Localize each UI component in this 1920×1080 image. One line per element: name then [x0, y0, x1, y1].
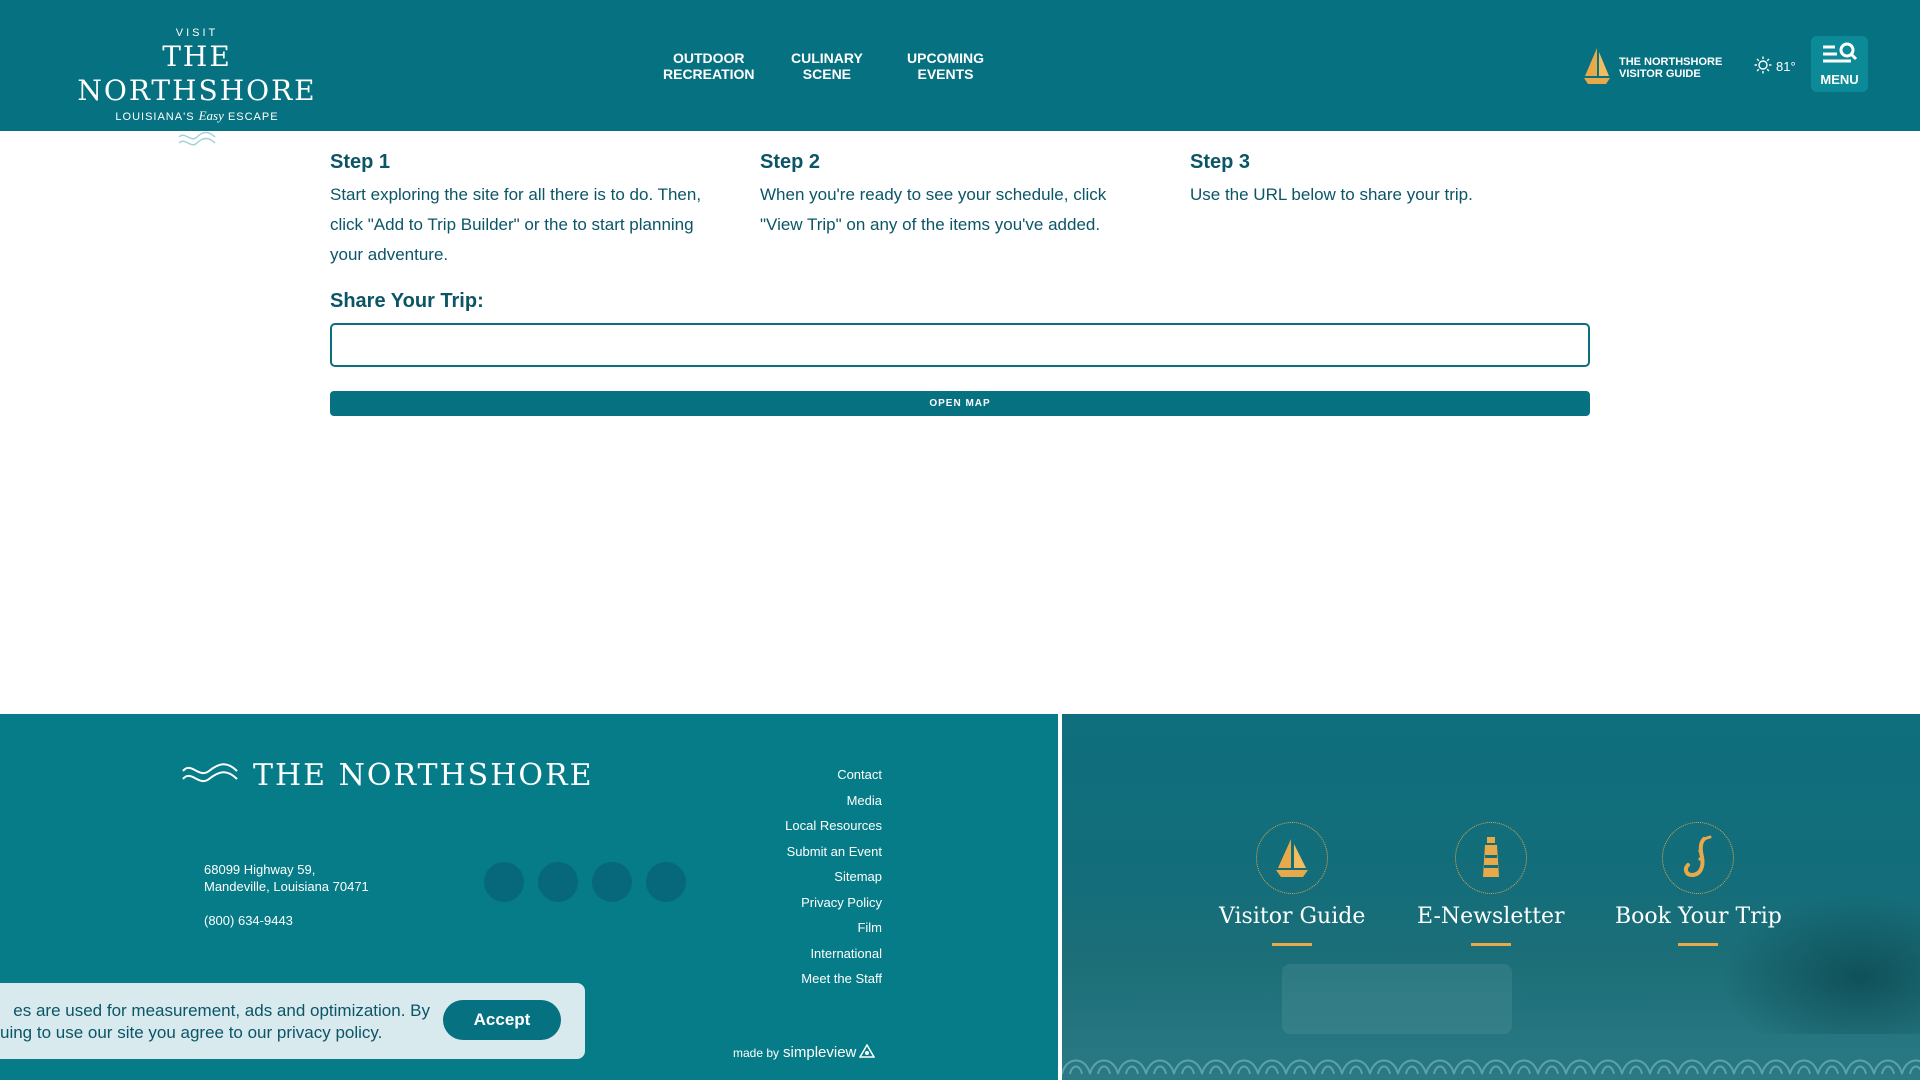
nav-upcoming-events[interactable]: UPCOMING EVENTS: [907, 50, 984, 82]
step-title: Step 3: [1190, 151, 1251, 173]
tagline-pre: LOUISIANA'S: [115, 111, 195, 123]
footer-logo-name: THE NORTHSHORE: [253, 758, 594, 793]
visitor-guide-label: THE NORTHSHORE VISITOR GUIDE: [1619, 56, 1723, 80]
sailboat-icon: [1581, 46, 1613, 90]
visitor-guide-link[interactable]: THE NORTHSHORE VISITOR GUIDE: [1581, 46, 1722, 90]
accept-cookies-button[interactable]: Accept: [443, 1000, 561, 1040]
nav-outdoor-recreation[interactable]: OUTDOOR RECREATION: [663, 50, 755, 82]
cookie-banner: es are used for measurement, ads and opt…: [0, 983, 585, 1059]
made-by-simpleview[interactable]: made by simpleview: [733, 1043, 876, 1061]
steps-section: Step 1 Start exploring the site for all …: [330, 148, 1590, 278]
tagline-post: ESCAPE: [227, 111, 279, 123]
step-text: When you're ready to see your schedule, …: [760, 185, 1107, 234]
cta-e-newsletter[interactable]: E-Newsletter: [1417, 822, 1565, 946]
waves-icon: [40, 131, 354, 149]
cta-underline: [1678, 943, 1719, 946]
social-icon-1[interactable]: [484, 862, 524, 902]
cta-label: E-Newsletter: [1417, 904, 1565, 929]
sailboat-icon: [1256, 822, 1329, 894]
footer-logo[interactable]: THE NORTHSHORE: [181, 758, 593, 793]
footer-address: 68099 Highway 59, Mandeville, Louisiana …: [204, 861, 369, 895]
share-trip-label: Share Your Trip:: [330, 290, 484, 312]
step-3: Step 3 Use the URL below to share your t…: [1190, 148, 1590, 210]
cta-book-your-trip[interactable]: Book Your Trip: [1615, 822, 1782, 946]
saxophone-icon: [1662, 822, 1735, 894]
simpleview-brand: simpleview: [783, 1044, 857, 1061]
step-text: Use the URL below to share your trip.: [1190, 185, 1473, 204]
logo-name: THE NORTHSHORE: [77, 40, 317, 107]
site-header: VISIT THE NORTHSHORE LOUISIANA'S Easy ES…: [0, 0, 1920, 146]
sun-icon: [1754, 56, 1772, 77]
footer-link-submit-event[interactable]: Submit an Event: [785, 839, 882, 865]
lighthouse-icon: [1454, 822, 1527, 894]
cta-visitor-guide[interactable]: Visitor Guide: [1219, 822, 1365, 946]
footer-phone[interactable]: (800) 634-9443: [204, 913, 293, 928]
menu-button[interactable]: MENU: [1811, 36, 1868, 92]
weather-temp: 81°: [1776, 59, 1796, 74]
cookie-line-1: es are used for measurement, ads and opt…: [13, 1001, 430, 1020]
footer-cta-panel: Visitor Guide E-Newsletter Book Your Tri…: [1062, 714, 1920, 1080]
footer-link-meet-staff[interactable]: Meet the Staff: [785, 966, 882, 992]
cookie-line-2: uing to use our site you agree to our pr…: [0, 1023, 383, 1042]
scallop-pattern: [1062, 1059, 1920, 1075]
boat-background-image: [1282, 964, 1512, 1034]
cta-label: Book Your Trip: [1615, 904, 1782, 929]
step-title: Step 1: [330, 151, 391, 173]
site-logo[interactable]: VISIT THE NORTHSHORE LOUISIANA'S Easy ES…: [40, 26, 354, 149]
share-url-input[interactable]: [330, 323, 1590, 367]
social-links: [484, 862, 700, 902]
menu-label: MENU: [1820, 71, 1859, 87]
footer-link-film[interactable]: Film: [785, 915, 882, 941]
social-icon-2[interactable]: [538, 862, 578, 902]
footer-link-media[interactable]: Media: [785, 788, 882, 814]
weather-widget: 81°: [1750, 56, 1796, 77]
footer-links: Contact Media Local Resources Submit an …: [785, 762, 882, 992]
cookie-text: es are used for measurement, ads and opt…: [0, 1000, 430, 1044]
open-map-button[interactable]: OPEN MAP: [330, 391, 1590, 416]
address-line-1: 68099 Highway 59,: [204, 862, 316, 877]
menu-search-icon: [1821, 42, 1859, 70]
step-text: Start exploring the site for all there i…: [330, 185, 702, 264]
cta-label: Visitor Guide: [1219, 904, 1366, 929]
step-title: Step 2: [760, 151, 821, 173]
social-icon-4[interactable]: [646, 862, 686, 902]
footer-link-privacy-policy[interactable]: Privacy Policy: [785, 890, 882, 916]
cta-underline: [1470, 943, 1511, 946]
logo-visit: VISIT: [175, 27, 219, 39]
waves-icon: [181, 761, 239, 791]
social-icon-3[interactable]: [592, 862, 632, 902]
tagline-easy: Easy: [198, 108, 224, 123]
footer-link-international[interactable]: International: [785, 941, 882, 967]
footer-link-sitemap[interactable]: Sitemap: [785, 864, 882, 890]
made-by-label: made by: [733, 1045, 780, 1060]
step-2: Step 2 When you're ready to see your sch…: [760, 148, 1150, 240]
cta-underline: [1272, 943, 1313, 946]
step-1: Step 1 Start exploring the site for all …: [330, 148, 730, 270]
logo-tagline: LOUISIANA'S Easy ESCAPE: [40, 108, 354, 125]
footer-link-contact[interactable]: Contact: [785, 762, 882, 788]
footer-link-local-resources[interactable]: Local Resources: [785, 813, 882, 839]
address-line-2: Mandeville, Louisiana 70471: [204, 879, 369, 894]
nav-culinary-scene[interactable]: CULINARY SCENE: [791, 50, 863, 82]
simpleview-logo-icon: [859, 1043, 876, 1061]
